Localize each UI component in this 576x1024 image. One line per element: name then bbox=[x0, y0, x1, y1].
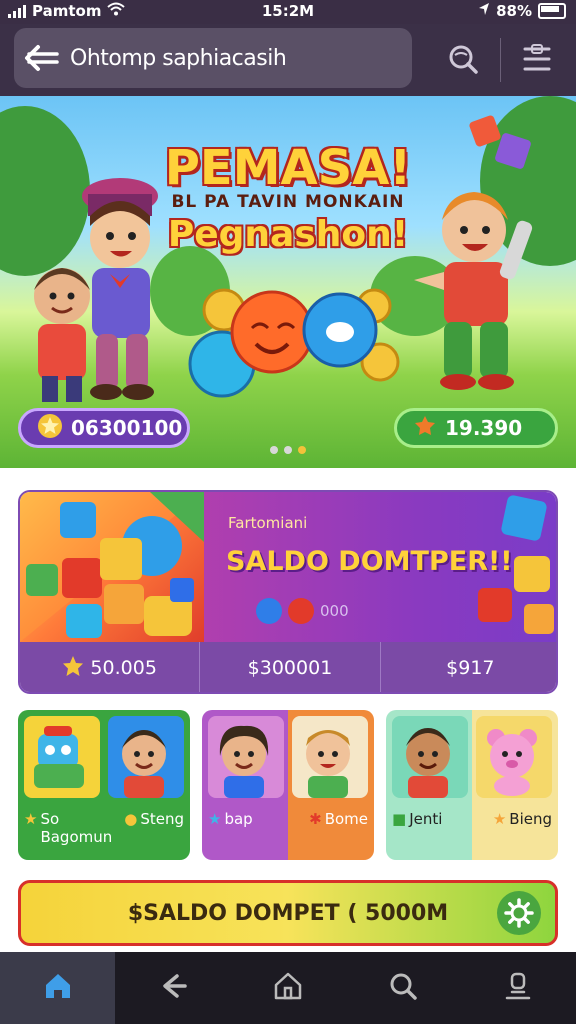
house-icon bbox=[272, 970, 304, 1006]
location-icon bbox=[478, 2, 490, 20]
hero-coin-balance-pill[interactable]: 06300100 bbox=[18, 408, 190, 448]
back-icon bbox=[157, 970, 189, 1006]
promo-blocks-image bbox=[20, 492, 204, 642]
star-icon: ★ bbox=[208, 810, 222, 828]
promo-stat-value: $917 bbox=[446, 657, 495, 679]
promo-pager-text: 000 bbox=[320, 602, 349, 620]
game-left-label: ■ Jenti bbox=[392, 810, 443, 828]
hero-gem-balance-pill[interactable]: 19.390 bbox=[394, 408, 558, 448]
badge-icon: ■ bbox=[392, 810, 407, 828]
game-thumbnail-kid bbox=[392, 716, 468, 798]
promo-stats: 50.005 $300001 $917 bbox=[20, 642, 556, 692]
game-card[interactable]: ★ So Bagomun ● Steng bbox=[18, 710, 190, 860]
promo-art bbox=[20, 492, 204, 642]
hero-coins-image bbox=[188, 288, 400, 398]
nav-back[interactable] bbox=[115, 952, 230, 1024]
hero-character-boy-image bbox=[414, 192, 533, 390]
promo-pager[interactable]: 000 bbox=[256, 598, 349, 624]
promo-card[interactable]: Fartomiani SALDO DOMTPER!! 000 50.005 $3… bbox=[18, 490, 558, 694]
star-icon: ★ bbox=[492, 810, 507, 828]
search-bar[interactable]: Ohtomp saphiacasih bbox=[14, 28, 412, 88]
search-icon bbox=[387, 970, 419, 1006]
game-left-label: ★ bap bbox=[208, 810, 253, 828]
nav-home[interactable] bbox=[0, 952, 116, 1024]
back-arrow-icon[interactable] bbox=[14, 44, 70, 72]
nav-search[interactable] bbox=[346, 952, 461, 1024]
carousel-dot[interactable] bbox=[270, 446, 278, 454]
nav-house[interactable] bbox=[230, 952, 345, 1024]
game-card[interactable]: ■ Jenti ★ Bieng bbox=[386, 710, 558, 860]
hero-right-value: 19.390 bbox=[445, 416, 523, 440]
status-bar: Pamtom 15:2M 88% bbox=[0, 0, 576, 24]
home-icon bbox=[42, 970, 74, 1006]
game-thumbnail-boy bbox=[108, 716, 184, 798]
game-thumbnail-girl bbox=[208, 716, 284, 798]
carousel-dot[interactable] bbox=[284, 446, 292, 454]
promo-main: Fartomiani SALDO DOMTPER!! 000 bbox=[204, 492, 556, 642]
game-thumbnail-boy-green bbox=[292, 716, 368, 798]
game-thumbnail-bear bbox=[476, 716, 552, 798]
promo-stat-value: 50.005 bbox=[90, 657, 157, 679]
game-cards-row: ★ So Bagomun ● Steng ★ bap ✱ Bome ■ Jent… bbox=[18, 710, 558, 860]
game-left-label: ★ So Bagomun bbox=[24, 810, 113, 846]
game-thumbnail-robot bbox=[24, 716, 100, 798]
promo-stat[interactable]: $917 bbox=[381, 642, 556, 692]
coin-icon: ● bbox=[124, 810, 138, 828]
search-icon[interactable] bbox=[438, 34, 488, 84]
hero-left-value: 06300100 bbox=[71, 416, 183, 440]
star-icon bbox=[62, 655, 84, 682]
game-right-label: ✱ Bome bbox=[309, 810, 368, 828]
content-area: Fartomiani SALDO DOMTPER!! 000 50.005 $3… bbox=[0, 468, 576, 952]
nav-profile[interactable] bbox=[461, 952, 576, 1024]
gift-icon bbox=[413, 414, 437, 443]
toolbar-divider bbox=[500, 38, 501, 82]
star-coin-icon bbox=[37, 413, 63, 444]
menu-icon[interactable] bbox=[512, 34, 562, 84]
carousel-indicator[interactable] bbox=[0, 446, 576, 454]
hero-cubes-image bbox=[469, 115, 531, 169]
battery-icon bbox=[538, 3, 566, 19]
promo-dot-blue[interactable] bbox=[256, 598, 282, 624]
profile-icon bbox=[502, 970, 534, 1006]
star-icon: ★ bbox=[24, 810, 38, 828]
promo-label: Fartomiani bbox=[228, 514, 308, 532]
cta-label: $SALDO DOMPET ( 5000M bbox=[127, 900, 449, 926]
promo-stat[interactable]: $300001 bbox=[200, 642, 381, 692]
saldo-dompet-button[interactable]: $SALDO DOMPET ( 5000M bbox=[18, 880, 558, 946]
top-bar: Ohtomp saphiacasih bbox=[0, 24, 576, 96]
hero-character-boy-small-image bbox=[34, 268, 90, 402]
search-input[interactable]: Ohtomp saphiacasih bbox=[70, 46, 287, 71]
gift-icon: ✱ bbox=[309, 810, 322, 828]
game-right-label: ● Steng bbox=[124, 810, 184, 828]
promo-cubes-image bbox=[478, 495, 554, 634]
hero-banner[interactable]: PEMASA! BL PA TAVIN MONKAIN Pegnashon! 0… bbox=[0, 96, 576, 468]
game-card[interactable]: ★ bap ✱ Bome bbox=[202, 710, 374, 860]
promo-stat-value: $300001 bbox=[247, 657, 333, 679]
carousel-dot-active[interactable] bbox=[298, 446, 306, 454]
gear-icon[interactable] bbox=[497, 891, 541, 935]
game-right-label: ★ Bieng bbox=[492, 810, 552, 828]
battery-percent: 88% bbox=[496, 2, 532, 20]
promo-stat[interactable]: 50.005 bbox=[20, 642, 201, 692]
bottom-navigation bbox=[0, 952, 576, 1024]
promo-dot-red[interactable] bbox=[288, 598, 314, 624]
